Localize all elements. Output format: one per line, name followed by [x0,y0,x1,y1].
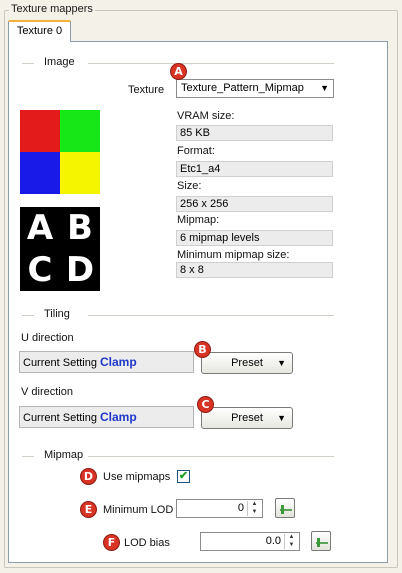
v-preset-button[interactable]: Preset ▼ [201,407,293,429]
u-setting-value: Clamp [99,355,137,369]
preview-blue-quadrant [20,152,60,194]
spin-up-icon[interactable]: ▲ [285,534,298,541]
mipmap-value: 6 mipmap levels [176,230,333,246]
lod-bias-spinbox[interactable]: 0.0 ▲ ▼ [200,532,300,551]
lod-bias-label: LOD bias [124,537,170,549]
image-section-title: Image [40,56,79,68]
slider-icon [316,538,328,547]
texture-color-preview [20,110,100,194]
min-lod-value: 0 [237,502,244,514]
spin-down-icon[interactable]: ▼ [285,542,298,549]
badge-f: F [104,535,119,550]
vram-label: VRAM size: [177,110,235,122]
use-mipmaps-checkbox[interactable]: ✔ [177,470,190,483]
badge-c: C [198,397,213,412]
lod-bias-spin-buttons: ▲ ▼ [284,534,298,549]
texture-label: Texture [128,84,165,96]
v-direction-label: V direction [21,386,73,398]
image-separator-left [22,63,34,64]
texture-dropdown[interactable]: Texture_Pattern_Mipmap ▼ [176,79,334,98]
group-title: Texture mappers [9,3,95,15]
chevron-down-icon: ▼ [277,358,286,368]
alpha-letter-b: B [67,208,93,248]
min-lod-spin-buttons: ▲ ▼ [247,501,261,516]
min-mipmap-label: Minimum mipmap size: [177,249,290,261]
image-separator-right [88,63,334,64]
alpha-letter-a: A [26,208,54,248]
spin-up-icon[interactable]: ▲ [248,501,261,508]
min-lod-slider-button[interactable] [275,498,295,518]
alpha-letter-c: C [27,250,53,290]
size-label: Size: [177,180,202,192]
u-preset-button[interactable]: Preset ▼ [201,352,293,374]
chevron-down-icon: ▼ [277,413,286,423]
v-setting-prefix: Current Setting [23,412,97,424]
mipmap-section-title: Mipmap [40,449,88,461]
u-preset-label: Preset [231,357,263,369]
v-current-setting: Current Setting Clamp [19,406,194,428]
format-value: Etc1_a4 [176,161,333,177]
badge-d: D [81,469,96,484]
size-value: 256 x 256 [176,196,333,212]
lod-bias-slider-button[interactable] [311,531,331,551]
alpha-letter-d: D [65,250,95,290]
min-lod-label: Minimum LOD [103,504,174,516]
use-mipmaps-label: Use mipmaps [103,471,171,483]
v-preset-label: Preset [231,412,263,424]
mipmap-label: Mipmap: [177,214,220,226]
preview-green-quadrant [60,110,100,152]
badge-e: E [81,502,96,517]
u-direction-label: U direction [21,332,74,344]
tiling-separator-left [22,315,34,316]
tiling-separator-right [88,315,334,316]
mipmap-separator-left [22,456,34,457]
texture-dropdown-value: Texture_Pattern_Mipmap [181,82,304,94]
chevron-down-icon: ▼ [320,83,329,93]
tab-texture-0[interactable]: Texture 0 [8,20,71,42]
badge-b: B [195,342,210,357]
vram-value: 85 KB [176,125,333,141]
spin-down-icon[interactable]: ▼ [248,509,261,516]
mipmap-separator-right [88,456,334,457]
min-mipmap-value: 8 x 8 [176,262,333,278]
v-setting-value: Clamp [99,410,137,424]
slider-icon [280,505,292,514]
lod-bias-value: 0.0 [265,535,281,547]
preview-yellow-quadrant [60,152,100,194]
min-lod-spinbox[interactable]: 0 ▲ ▼ [176,499,263,518]
u-setting-prefix: Current Setting [23,357,97,369]
texture-alpha-preview: A B C D [20,207,100,291]
badge-a: A [171,64,186,79]
format-label: Format: [177,145,215,157]
tiling-section-title: Tiling [40,308,74,320]
preview-red-quadrant [20,110,60,152]
u-current-setting: Current Setting Clamp [19,351,194,373]
